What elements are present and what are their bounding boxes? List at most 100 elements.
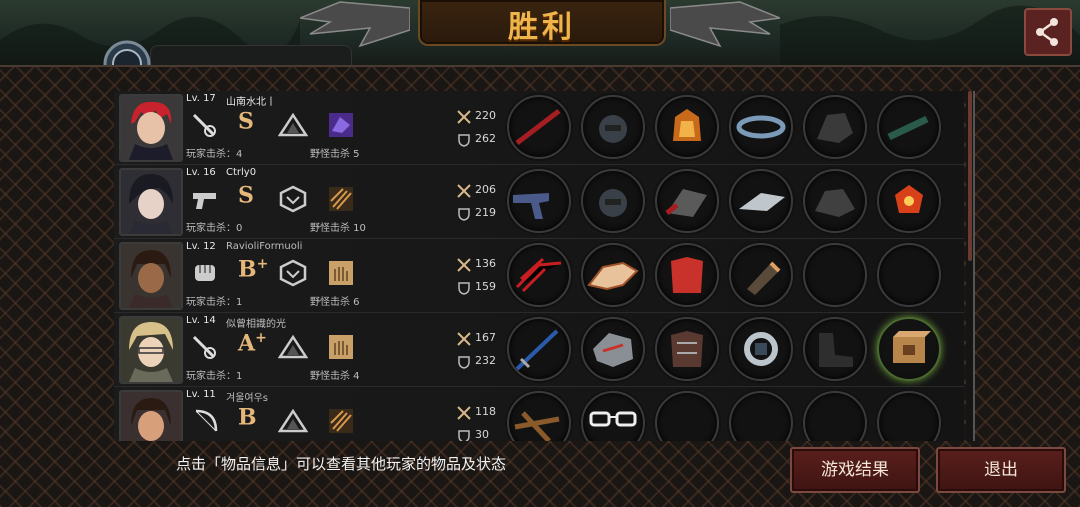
item-slot[interactable] [803,169,867,233]
defense-value: 232 [475,354,496,367]
item-slot-empty[interactable] [803,243,867,307]
item-slot[interactable] [729,169,793,233]
player-row[interactable]: Lv. 16 Ctrly0 S 玩家击杀：0 野怪击杀 10 206 219 [114,165,964,239]
player-kills: 玩家击杀：4 [186,149,243,160]
item-slot-empty[interactable] [655,391,719,441]
attack-icon [457,332,471,346]
player-kills: 玩家击杀：1 [186,297,243,308]
player-level: Lv. 14 [186,315,216,326]
attack-icon [457,258,471,272]
player-name: 山南水北丨 [226,97,276,108]
bow-icon [195,409,218,432]
item-slot-empty[interactable] [729,391,793,441]
defense-icon [458,356,470,369]
hexagon-armor-icon [279,259,307,287]
attack-icon [457,110,471,124]
grade-badge: S [238,108,254,135]
avatar [119,390,183,441]
player-name: RavioliFormuoli [226,241,303,252]
defense-icon [458,430,470,441]
player-kills: 玩家击杀：1 [186,371,243,382]
grade-badge: S [238,182,254,209]
item-slot[interactable] [803,95,867,159]
avatar [119,242,183,310]
player-level: Lv. 12 [186,241,216,252]
scrollbar-thumb[interactable] [968,91,972,261]
pistol-icon [193,193,216,209]
claw-icon [329,187,353,211]
item-slot[interactable] [507,243,571,307]
attack-icon [457,406,471,420]
defense-value: 219 [475,206,496,219]
player-level: Lv. 16 [186,167,216,178]
player-level: Lv. 11 [186,389,216,400]
defense-icon [458,134,470,147]
hexagon-armor-icon [279,185,307,213]
item-slot-empty[interactable] [877,391,941,441]
item-slot[interactable] [507,391,571,441]
item-slot[interactable] [729,95,793,159]
monster-kills: 野怪击杀 4 [310,371,360,382]
item-slot[interactable] [581,243,645,307]
avatar [119,168,183,236]
share-icon [1036,18,1058,46]
item-slot[interactable] [655,317,719,381]
item-slot[interactable] [729,243,793,307]
triangle-armor-icon [278,334,308,359]
title-banner: 胜利 [418,0,666,46]
triangle-armor-icon [278,112,308,137]
item-slot[interactable] [655,243,719,307]
item-slot-empty[interactable] [803,391,867,441]
page-title: 胜利 [508,10,576,45]
item-slot[interactable] [581,391,645,441]
defense-value: 30 [475,428,489,441]
player-row[interactable]: Lv. 11 겨울여우s B 118 30 [114,387,964,441]
claw-icon [329,409,353,433]
defense-value: 159 [475,280,496,293]
item-slot[interactable] [507,95,571,159]
grade-badge: B+ [238,256,269,283]
item-slot[interactable] [877,169,941,233]
player-level: Lv. 17 [186,93,216,104]
item-slot[interactable] [655,95,719,159]
attack-value: 206 [475,183,496,196]
item-slot[interactable] [507,317,571,381]
attack-icon [457,184,471,198]
game-results-button[interactable]: 游戏结果 [790,447,920,493]
attack-value: 167 [475,331,496,344]
scroll-divider [973,91,975,441]
share-button[interactable] [1024,8,1072,56]
item-slot[interactable] [581,169,645,233]
hand-icon [329,261,353,285]
team-emblem-icon [103,40,151,68]
monster-kills: 野怪击杀 10 [310,223,366,234]
item-slot[interactable] [581,317,645,381]
player-row[interactable]: Lv. 14 似曾相識的光 A+ 玩家击杀：1 野怪击杀 4 167 232 [114,313,964,387]
player-row[interactable]: Lv. 17 山南水北丨 S 玩家击杀：4 野怪击杀 5 220 262 [114,91,964,165]
player-name: 似曾相識的光 [226,319,286,330]
item-slot-empty[interactable] [877,243,941,307]
attack-value: 220 [475,109,496,122]
item-slot[interactable] [655,169,719,233]
player-list[interactable]: Lv. 17 山南水北丨 S 玩家击杀：4 野怪击杀 5 220 262 Lv.… [114,91,964,441]
monster-kills: 野怪击杀 5 [310,149,360,160]
item-slot[interactable] [507,169,571,233]
item-slot[interactable] [877,317,941,381]
hand-icon [329,335,353,359]
beast-icon [329,113,353,137]
item-slot[interactable] [803,317,867,381]
wing-emblem-left-icon [300,1,410,48]
item-slot[interactable] [877,95,941,159]
item-slot[interactable] [581,95,645,159]
exit-button[interactable]: 退出 [936,447,1066,493]
player-name: Ctrly0 [226,167,257,178]
player-row[interactable]: Lv. 12 RavioliFormuoli B+ 玩家击杀：1 野怪击杀 6 … [114,239,964,313]
defense-icon [458,282,470,295]
defense-icon [458,208,470,221]
rapier-icon [192,335,216,359]
monster-kills: 野怪击杀 6 [310,297,360,308]
item-slot[interactable] [729,317,793,381]
grade-badge: B [238,404,257,431]
player-name: 겨울여우s [226,393,269,404]
avatar [119,94,183,162]
